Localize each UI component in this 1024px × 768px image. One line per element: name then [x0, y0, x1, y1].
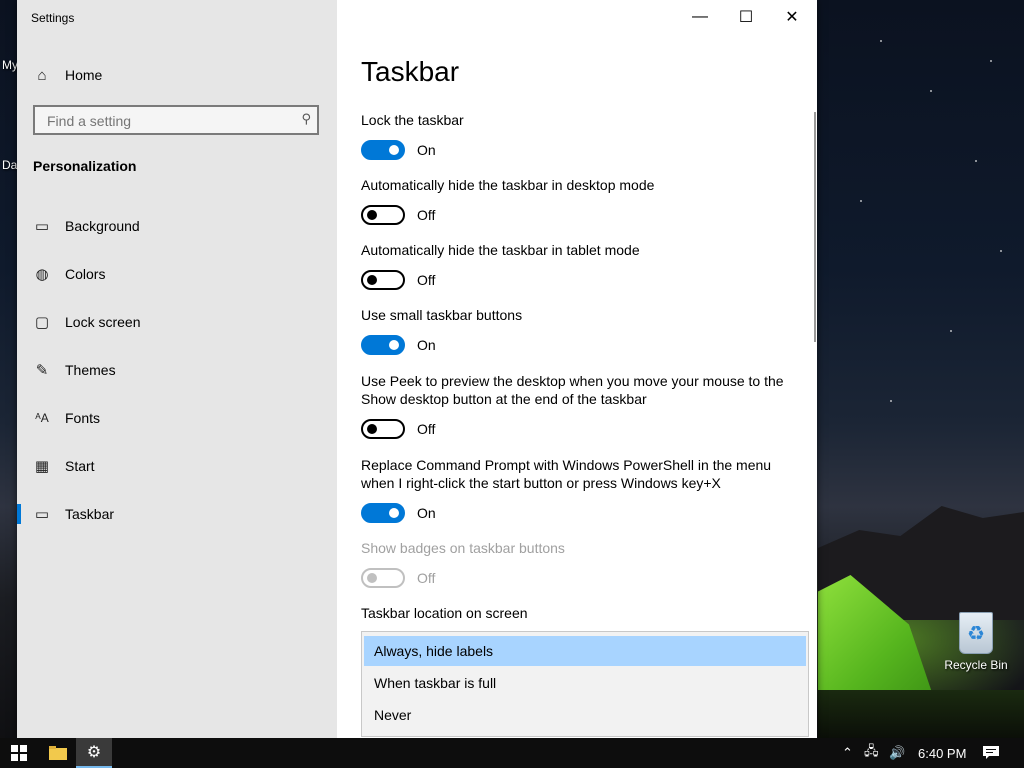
- recycle-bin-icon: [959, 612, 993, 654]
- clock[interactable]: 6:40 PM: [918, 738, 966, 768]
- home-label: Home: [65, 67, 103, 83]
- setting-label-autohide-desktop: Automatically hide the taskbar in deskto…: [361, 177, 655, 193]
- sidebar-item-colors[interactable]: ◍ Colors: [17, 254, 337, 294]
- ground-image: [818, 690, 1024, 738]
- sidebar-item-label: Taskbar: [65, 506, 115, 522]
- toggle-row-autohide-desktop: Off: [361, 204, 435, 226]
- toggle-row-lock-taskbar: On: [361, 139, 436, 161]
- lock-taskbar-toggle[interactable]: [361, 140, 405, 160]
- scrollbar[interactable]: [814, 112, 816, 342]
- brush-icon: ✎: [35, 362, 49, 379]
- autohide-desktop-toggle[interactable]: [361, 205, 405, 225]
- minimize-button[interactable]: —: [677, 2, 723, 32]
- toggle-state: Off: [417, 207, 436, 223]
- page-title: Taskbar: [361, 56, 460, 87]
- dropdown-option-never[interactable]: Never: [364, 700, 806, 730]
- setting-label-lock-taskbar: Lock the taskbar: [361, 112, 464, 128]
- toggle-state: On: [417, 337, 436, 353]
- recycle-bin[interactable]: Recycle Bin: [942, 612, 1010, 672]
- sidebar-item-taskbar[interactable]: ▭ Taskbar: [17, 494, 337, 534]
- combine-buttons-dropdown[interactable]: Always, hide labels When taskbar is full…: [361, 631, 809, 737]
- toggle-row-powershell: On: [361, 502, 436, 524]
- sidebar-item-label: Themes: [65, 362, 116, 378]
- main-content: — ☐ ✕ Taskbar Lock the taskbar On Automa…: [337, 0, 817, 738]
- toggle-state: Off: [417, 421, 436, 437]
- search-box[interactable]: ⚲: [33, 105, 319, 135]
- setting-label-autohide-tablet: Automatically hide the taskbar in tablet…: [361, 242, 640, 258]
- taskbar-icon: ▭: [34, 506, 50, 523]
- dropdown-option-always[interactable]: Always, hide labels: [364, 636, 806, 666]
- autohide-tablet-toggle[interactable]: [361, 270, 405, 290]
- setting-label-powershell: Replace Command Prompt with Windows Powe…: [361, 457, 772, 491]
- taskbar: ⚙ ⌃ 🖧 🔊 6:40 PM: [0, 738, 1024, 768]
- show-hidden-icons-button[interactable]: ⌃: [842, 738, 853, 768]
- toggle-row-peek: Off: [361, 418, 435, 440]
- location-label: Taskbar location on screen: [361, 605, 528, 621]
- maximize-button[interactable]: ☐: [723, 2, 769, 32]
- toggle-row-small-buttons: On: [361, 334, 436, 356]
- sidebar-item-label: Background: [65, 218, 140, 234]
- settings-window: Settings ⌂ Home ⚲ Personalization ▭ Back…: [17, 0, 817, 738]
- speaker-icon: 🔊: [889, 745, 906, 760]
- folder-icon: [49, 746, 67, 760]
- sidebar-item-label: Start: [65, 458, 95, 474]
- toggle-row-badges: Off: [361, 567, 435, 589]
- sidebar-item-fonts[interactable]: ᴬA Fonts: [17, 398, 337, 438]
- setting-label-badges: Show badges on taskbar buttons: [361, 540, 565, 556]
- home-icon: ⌂: [37, 66, 47, 84]
- sidebar-item-label: Fonts: [65, 410, 101, 426]
- desktop-icon-label-my[interactable]: My: [2, 58, 18, 72]
- windows-logo-icon: [11, 745, 27, 761]
- sidebar-item-start[interactable]: ▦ Start: [17, 446, 337, 486]
- small-buttons-toggle[interactable]: [361, 335, 405, 355]
- toggle-row-autohide-tablet: Off: [361, 269, 435, 291]
- file-explorer-button[interactable]: [40, 738, 76, 768]
- palette-icon: ◍: [35, 266, 49, 283]
- toggle-state: Off: [417, 272, 436, 288]
- recycle-bin-label: Recycle Bin: [944, 658, 1008, 672]
- notification-icon: [983, 746, 999, 759]
- setting-label-peek: Use Peek to preview the desktop when you…: [361, 373, 784, 407]
- sidebar-item-label: Colors: [65, 266, 106, 282]
- chevron-up-icon: ⌃: [842, 745, 853, 760]
- volume-button[interactable]: 🔊: [889, 738, 905, 768]
- toggle-state: Off: [417, 570, 436, 586]
- section-title: Personalization: [33, 158, 137, 174]
- badges-toggle: [361, 568, 405, 588]
- toggle-state: On: [417, 142, 436, 158]
- setting-label-small-buttons: Use small taskbar buttons: [361, 307, 523, 323]
- search-input[interactable]: [45, 112, 289, 130]
- sidebar: Settings ⌂ Home ⚲ Personalization ▭ Back…: [17, 0, 337, 738]
- search-icon[interactable]: ⚲: [301, 111, 311, 127]
- powershell-toggle[interactable]: [361, 503, 405, 523]
- dropdown-option-when-full[interactable]: When taskbar is full: [364, 668, 806, 698]
- font-icon: ᴬA: [35, 411, 49, 425]
- sidebar-item-themes[interactable]: ✎ Themes: [17, 350, 337, 390]
- close-button[interactable]: ✕: [769, 2, 815, 32]
- network-button[interactable]: 🖧: [864, 738, 879, 768]
- peek-toggle[interactable]: [361, 419, 405, 439]
- sidebar-item-lock-screen[interactable]: ▢ Lock screen: [17, 302, 337, 342]
- image-icon: ▭: [34, 218, 50, 235]
- network-icon: 🖧: [864, 743, 879, 758]
- action-center-button[interactable]: [983, 738, 999, 768]
- desktop-icon-label-da[interactable]: Da: [2, 158, 17, 172]
- gear-icon: ⚙: [86, 744, 102, 761]
- sidebar-item-label: Lock screen: [65, 314, 141, 330]
- lock-screen-icon: ▢: [34, 314, 50, 331]
- app-title: Settings: [31, 11, 75, 25]
- home-link[interactable]: ⌂ Home: [33, 64, 102, 86]
- start-button[interactable]: [0, 738, 38, 768]
- start-grid-icon: ▦: [34, 458, 50, 475]
- toggle-state: On: [417, 505, 436, 521]
- settings-taskbar-button[interactable]: ⚙: [76, 738, 112, 768]
- sidebar-item-background[interactable]: ▭ Background: [17, 206, 337, 246]
